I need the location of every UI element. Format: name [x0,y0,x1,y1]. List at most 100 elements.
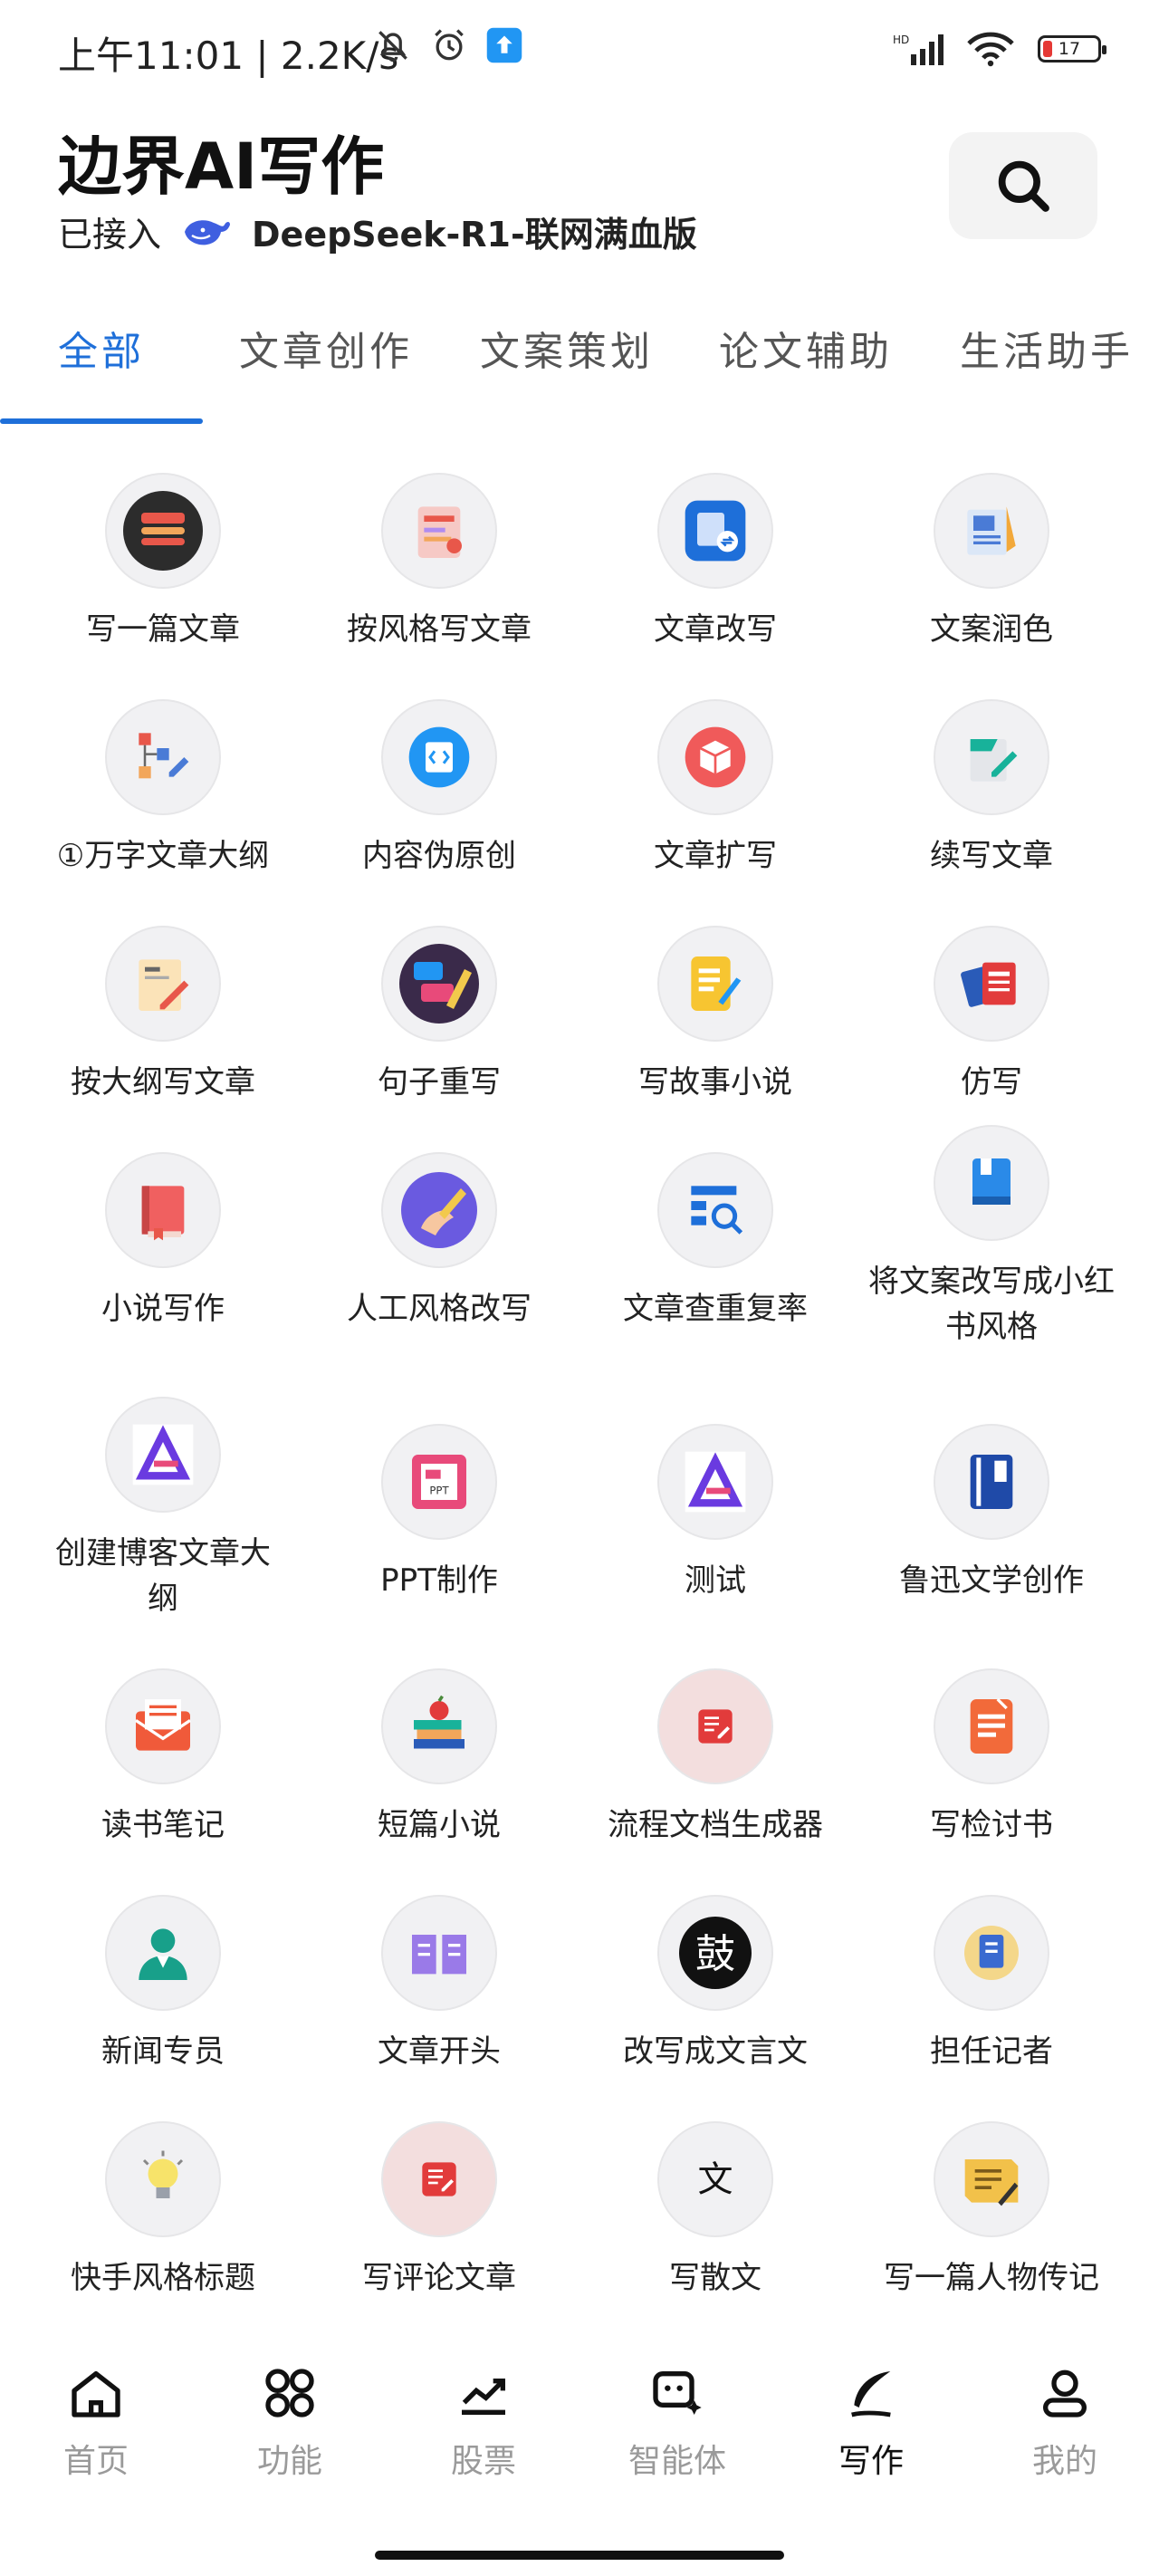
scroll-icon [964,1926,1019,1980]
tool-polish-copy[interactable]: 文案润色 [856,473,1127,652]
outline-pencil-icon [139,959,189,1011]
tool-label: 按风格写文章 [347,611,532,648]
connected-label: 已接入 [58,215,162,255]
nav-home[interactable]: 首页 [24,2364,168,2482]
tool-write-story[interactable]: 写故事小说 [580,926,851,1105]
tool-imitate[interactable]: 仿写 [856,926,1127,1105]
tool-classical-chinese[interactable]: 鼓 改写成文言文 [580,1895,851,2074]
tool-reading-notes[interactable]: 读书笔记 [27,1668,299,1848]
tool-label: 仿写 [961,1064,1022,1101]
nav-label: 首页 [62,2443,129,2480]
tool-label: 创建博客文章大纲 [55,1535,271,1617]
tool-test[interactable]: 测试 [580,1424,851,1603]
tab-thesis-assist[interactable]: 论文辅助 [719,319,893,377]
tool-journalist[interactable]: 担任记者 [856,1895,1127,2074]
nav-label: 写作 [838,2443,904,2480]
tool-article-opening[interactable]: 文章开头 [303,1895,575,2074]
tab-all[interactable]: 全部 [58,319,145,377]
tool-blog-outline[interactable]: 创建博客文章大纲 [27,1397,299,1621]
nav-writing[interactable]: 写作 [799,2364,943,2482]
notebook-icon [970,1455,1013,1509]
tab-article-creation[interactable]: 文章创作 [239,319,413,377]
grid-icon [265,2369,314,2417]
tool-style-article[interactable]: 按风格写文章 [303,473,575,652]
tool-pseudo-original[interactable]: 内容伪原创 [303,699,575,879]
tool-process-doc[interactable]: 流程文档生成器 [580,1668,851,1848]
tool-sentence-rewrite[interactable]: 句子重写 [303,926,575,1105]
status-bar: 上午11:01 | 2.2K/s HD 17 [0,0,1159,100]
tool-rewrite-article[interactable]: 文章改写 [580,473,851,652]
tool-label: 改写成文言文 [623,2033,808,2070]
tool-expand-article[interactable]: 文章扩写 [580,699,851,879]
tool-label: 文章查重复率 [623,1291,808,1327]
nav-features[interactable]: 功能 [217,2364,362,2482]
tool-label: 人工风格改写 [347,1291,532,1327]
nav-agents[interactable]: 智能体 [605,2364,750,2482]
tool-label: 写一篇文章 [86,611,240,648]
tab-copy-planning[interactable]: 文案策划 [480,319,654,377]
svg-text:HD: HD [893,34,909,46]
tool-write-article[interactable]: 写一篇文章 [27,473,299,652]
tool-label: 鲁迅文学创作 [899,1562,1084,1599]
tool-label: 续写文章 [930,838,1053,874]
battery-level: 17 [1058,39,1081,59]
nav-label: 功能 [256,2443,322,2480]
continue-pen-icon [970,739,1018,782]
tool-label: 文章开头 [378,2033,501,2070]
nav-label: 我的 [1031,2443,1097,2480]
expand-box-icon [685,726,746,788]
code-doc-icon [408,726,470,788]
model-name: DeepSeek-R1-联网满血版 [252,215,697,255]
search-button[interactable] [949,132,1097,239]
svg-text:文: 文 [697,2160,733,2201]
tool-label: PPT制作 [380,1562,498,1599]
tool-self-criticism[interactable]: 写检讨书 [856,1668,1127,1848]
tool-label: 写评论文章 [362,2260,516,2296]
nav-label: 股票 [450,2443,516,2480]
tool-ppt[interactable]: PPT PPT制作 [303,1424,575,1603]
lightbulb-icon [142,2150,184,2198]
tool-write-by-outline[interactable]: 按大纲写文章 [27,926,299,1105]
tool-news-reporter[interactable]: 新闻专员 [27,1895,299,2074]
upload-notification-icon [486,27,522,63]
app-title: 边界AI写作 [58,130,385,204]
svg-text:鼓: 鼓 [695,1931,735,1977]
person-icon [139,1928,187,1980]
tool-novel-writing[interactable]: 小说写作 [27,1152,299,1331]
tool-human-style-rewrite[interactable]: 人工风格改写 [303,1152,575,1331]
bottom-navigation: 首页 功能 股票 智能体 写作 我的 [0,2364,1159,2509]
tool-label: 担任记者 [930,2033,1053,2070]
tool-prose[interactable]: 文 写散文 [580,2121,851,2301]
envelope-icon [135,1699,191,1751]
books-apple-icon [414,1695,465,1749]
tool-plagiarism-check[interactable]: 文章查重复率 [580,1152,851,1331]
tool-kuaishou-title[interactable]: 快手风格标题 [27,2121,299,2301]
chart-trend-icon [462,2379,505,2415]
nav-stocks[interactable]: 股票 [411,2364,556,2482]
wifi-icon [967,32,1014,67]
agent-sparkle-icon [653,2371,702,2415]
classical-char-icon: 鼓 [679,1917,752,1989]
svg-text:PPT: PPT [429,1484,449,1496]
tool-biography[interactable]: 写一篇人物传记 [856,2121,1127,2301]
tool-label: 文章改写 [654,611,777,648]
tool-continue-article[interactable]: 续写文章 [856,699,1127,879]
tool-review-article[interactable]: 写评论文章 [303,2121,575,2301]
nav-profile[interactable]: 我的 [992,2364,1137,2482]
tool-label: 写故事小说 [638,1064,792,1101]
tool-label: 将文案改写成小红书风格 [868,1264,1115,1345]
tool-xiaohongshu-style[interactable]: 将文案改写成小红书风格 [856,1125,1127,1350]
alarm-icon [435,29,464,61]
tool-label: 按大纲写文章 [71,1064,255,1101]
chat-pen-icon [399,944,479,1024]
brand-logo-icon [132,1424,194,1485]
tab-life-assistant[interactable]: 生活助手 [960,319,1134,377]
battery-icon: 17 [1038,35,1106,62]
home-icon [72,2371,120,2417]
tool-label: ①万字文章大纲 [56,838,270,874]
tool-short-story[interactable]: 短篇小说 [303,1668,575,1848]
tool-outline-10k[interactable]: ①万字文章大纲 [27,699,299,879]
tool-luxun-literature[interactable]: 鲁迅文学创作 [856,1424,1127,1603]
tool-label: 新闻专员 [101,2033,225,2070]
outline-tree-icon [139,733,189,779]
